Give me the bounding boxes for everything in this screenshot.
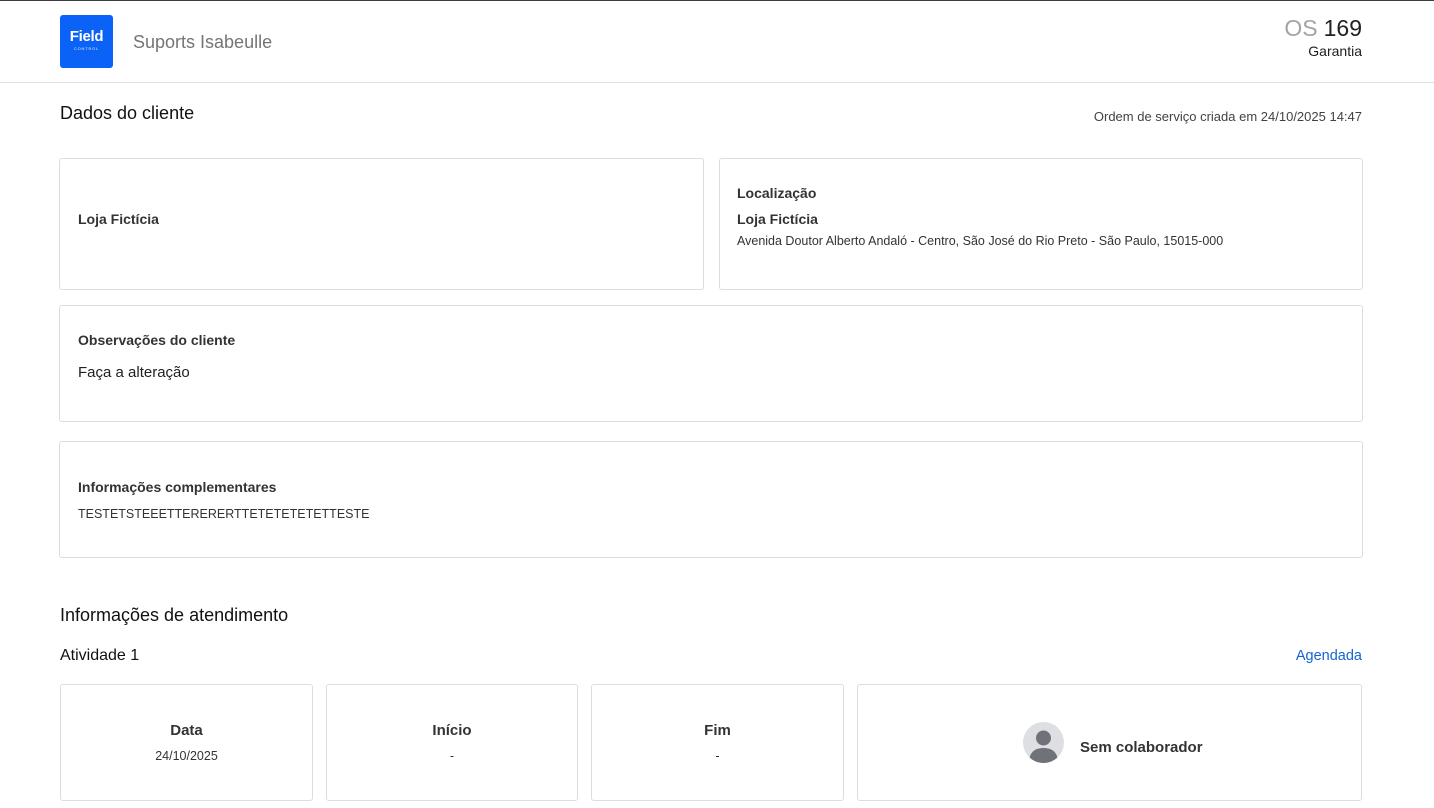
end-label: Fim (704, 722, 731, 739)
complementary-card: Informações complementares TESTETSTEEETT… (59, 441, 1363, 558)
client-section-title: Dados do cliente (60, 103, 195, 123)
observations-label: Observações do cliente (78, 332, 236, 348)
service-section-title: Informações de atendimento (60, 605, 289, 625)
date-value: 24/10/2025 (155, 749, 218, 763)
os-info: OS 169 Garantia (1284, 14, 1362, 59)
end-value: - (715, 749, 720, 763)
logo-subtext: CONTROL (73, 46, 100, 51)
client-name: Loja Fictícia (78, 211, 159, 227)
complementary-text: TESTETSTEEETTERERERTTETETETETETTESTE (78, 507, 370, 521)
location-address: Avenida Doutor Alberto Andaló - Centro, … (737, 234, 1224, 248)
collaborator-name: Sem colaborador (1080, 739, 1203, 756)
complementary-label: Informações complementares (78, 479, 277, 495)
logo-text: Field (69, 28, 104, 45)
os-number: 169 (1323, 15, 1362, 41)
field-control-logo: Field CONTROL (60, 15, 113, 68)
os-type: Garantia (1308, 43, 1362, 59)
date-label: Data (170, 722, 203, 739)
os-prefix: OS (1284, 15, 1318, 41)
location-card: Localização Loja Fictícia Avenida Doutor… (719, 158, 1363, 290)
page-header: Field CONTROL Suports Isabeulle OS 169 Ga… (0, 1, 1434, 83)
observations-card: Observações do cliente Faça a alteração (59, 305, 1363, 422)
observations-text: Faça a alteração (78, 364, 190, 381)
activity-status-link[interactable]: Agendada (1296, 647, 1362, 665)
activity-start-card: Início - (326, 684, 578, 801)
location-label: Localização (737, 185, 817, 201)
created-at-text: Ordem de serviço criada em 24/10/2025 14… (1093, 109, 1362, 124)
company-name: Suports Isabeulle (133, 32, 273, 52)
activity-end-card: Fim - (591, 684, 844, 801)
activity-title: Atividade 1 (60, 647, 140, 664)
location-name: Loja Fictícia (737, 211, 818, 227)
start-label: Início (432, 722, 472, 739)
collaborator-card: Sem colaborador (857, 684, 1362, 801)
start-value: - (449, 749, 455, 763)
user-avatar-icon (1023, 722, 1064, 763)
client-card: Loja Fictícia (59, 158, 704, 290)
activity-date-card: Data 24/10/2025 (60, 684, 313, 801)
